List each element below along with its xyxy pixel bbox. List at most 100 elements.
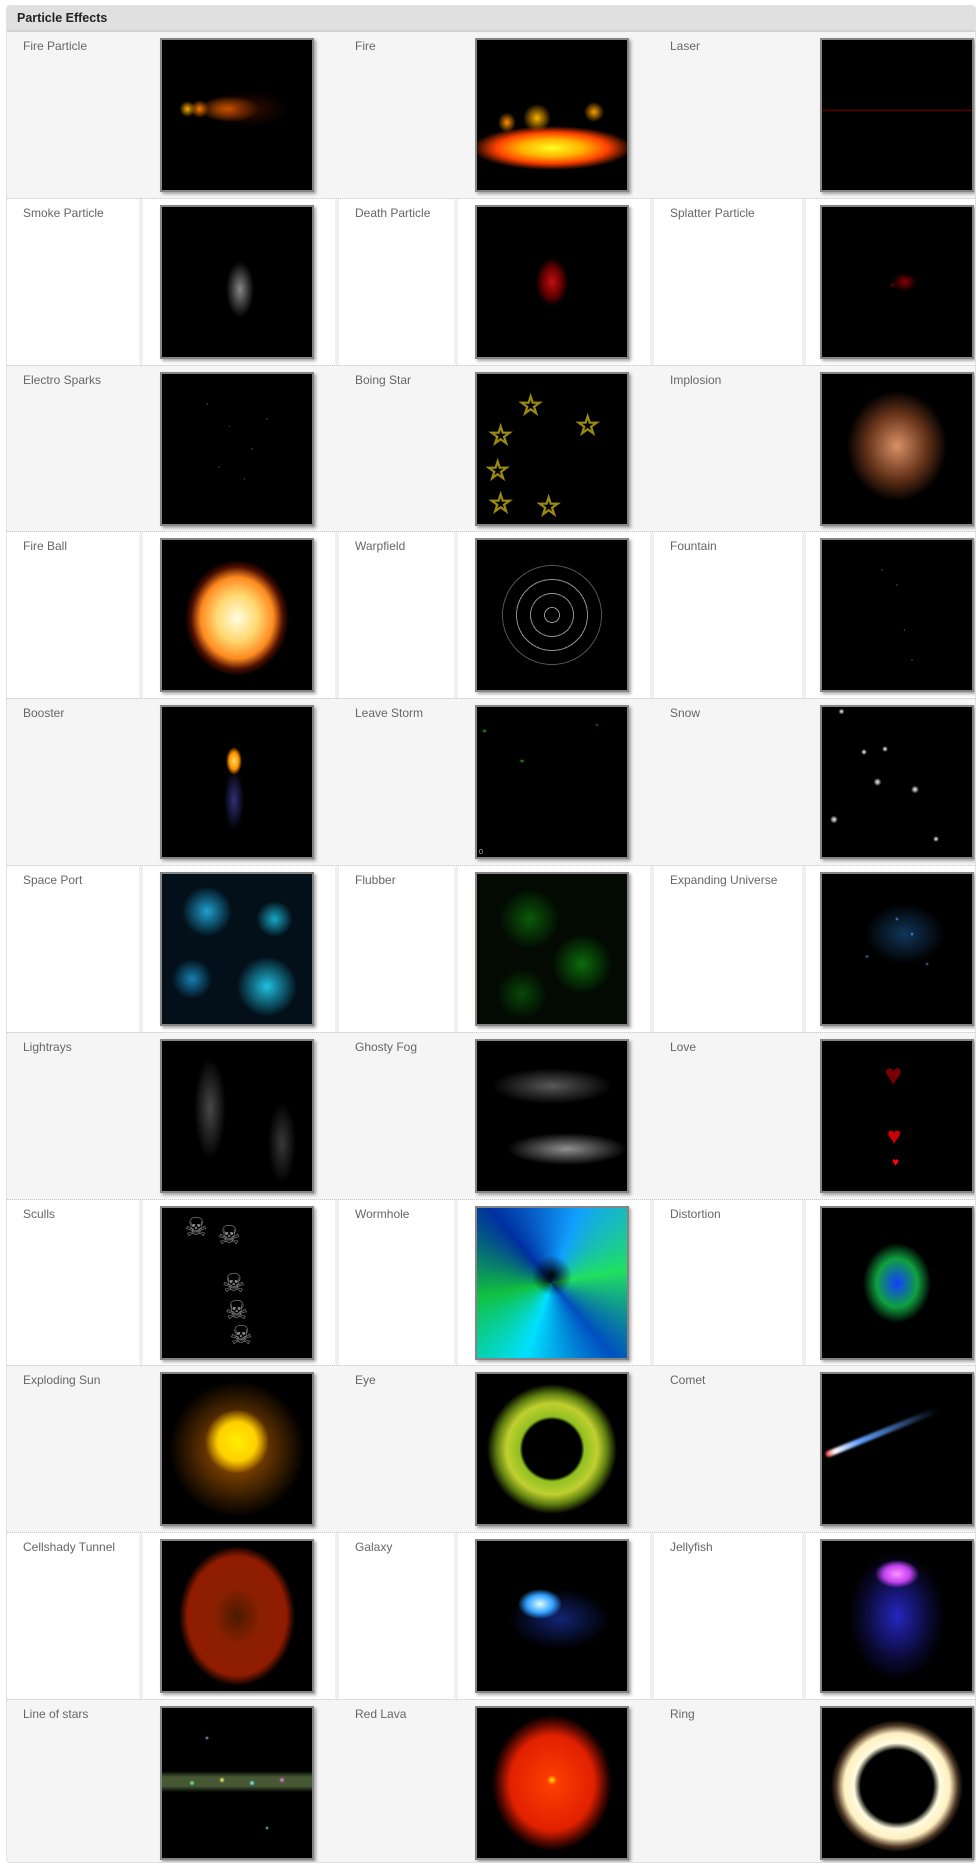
jellyfish-animation — [822, 1541, 972, 1692]
effect-preview-distortion[interactable] — [820, 1205, 974, 1360]
effect-preview-fire-particle[interactable] — [160, 38, 314, 192]
effect-preview-love[interactable]: ♥ ♥ ♥ — [820, 1038, 974, 1193]
effect-preview-fog[interactable] — [475, 1038, 629, 1193]
effect-preview-cell — [143, 699, 339, 865]
effect-preview-lava[interactable] — [475, 1705, 629, 1860]
effect-preview-laser[interactable] — [820, 38, 974, 192]
effect-preview-electro[interactable] — [160, 371, 314, 526]
effect-name: Exploding Sun — [23, 1373, 101, 1388]
effect-preview-eye[interactable] — [475, 1372, 629, 1527]
effect-preview-cell — [458, 1366, 654, 1532]
effect-preview-cell — [458, 1533, 650, 1699]
fire-animation — [477, 40, 627, 190]
star-icon: ☆ — [536, 490, 561, 522]
effect-preview-smoke[interactable] — [160, 204, 314, 359]
effect-label-cell: Boing Star — [339, 366, 458, 532]
effect-preview-cell — [458, 532, 650, 699]
effect-preview-warpfield[interactable] — [475, 538, 629, 693]
flubber-animation — [477, 873, 627, 1024]
effect-label-cell: Ring — [654, 1700, 806, 1862]
effect-preview-tunnel[interactable] — [160, 1539, 314, 1694]
effect-preview-ring[interactable] — [820, 1705, 974, 1860]
effect-label-cell: Exploding Sun — [7, 1366, 143, 1532]
effect-name: Lightrays — [23, 1039, 72, 1054]
effect-name: Laser — [670, 39, 701, 53]
lava-animation — [477, 1707, 627, 1858]
fountain-animation — [822, 540, 972, 691]
effect-preview-fire[interactable] — [475, 38, 629, 192]
effect-preview-cell — [806, 1366, 975, 1532]
effect-preview-wormhole[interactable] — [475, 1205, 629, 1360]
effect-name: Line of stars — [23, 1706, 89, 1721]
effect-name: Boing Star — [355, 372, 412, 387]
effect-preview-cell — [143, 865, 335, 1032]
effect-preview-leaves[interactable]: 0 — [475, 705, 629, 860]
effect-preview-stars[interactable] — [160, 1705, 314, 1860]
effect-preview-cell: 0 — [458, 699, 654, 865]
effect-preview-fireball[interactable] — [160, 538, 314, 693]
effect-preview-cell — [458, 198, 650, 365]
heart-icon: ♥ — [884, 1058, 903, 1092]
effect-preview-splatter[interactable] — [820, 204, 974, 359]
effects-row: Sculls ☠ ☠ ☠ ☠ ☠ Wormhole Distortion — [7, 1199, 975, 1367]
effect-label-cell: Fire Ball — [7, 532, 139, 699]
effect-preview-comet[interactable] — [820, 1372, 974, 1527]
electro-animation — [162, 373, 312, 524]
effect-preview-sun[interactable] — [160, 1372, 314, 1527]
effect-name: Fire Particle — [23, 39, 88, 53]
skull-icon: ☠ — [217, 1219, 241, 1250]
effect-label-cell: Booster — [7, 699, 143, 865]
effect-preview-galaxy[interactable] — [475, 1539, 629, 1694]
effects-row: Space Port Flubber Expanding Universe — [7, 865, 975, 1033]
effect-preview-death[interactable] — [475, 204, 629, 359]
effect-label-cell: Galaxy — [339, 1533, 454, 1699]
effect-preview-cell — [458, 865, 650, 1032]
effect-preview-cell — [458, 1033, 654, 1199]
effect-label-cell: Wormhole — [339, 1199, 454, 1366]
star-icon: ☆ — [518, 389, 543, 421]
heart-icon: ♥ — [892, 1154, 900, 1169]
effect-name: Smoke Particle — [23, 205, 104, 220]
effect-name: Expanding Universe — [670, 872, 778, 887]
fire-particle-animation — [162, 40, 312, 190]
particle-effects-panel: Particle Effects Fire Particle Fire Laser S… — [6, 5, 976, 1863]
effect-label-cell: Ghosty Fog — [339, 1033, 458, 1199]
stars-animation — [162, 1707, 312, 1858]
effect-preview-implosion[interactable] — [820, 371, 974, 526]
effect-preview-cell — [806, 1700, 975, 1862]
star-icon: ☆ — [485, 454, 510, 486]
effect-preview-sculls[interactable]: ☠ ☠ ☠ ☠ ☠ — [160, 1205, 314, 1360]
death-animation — [477, 206, 627, 357]
effect-label-cell: Leave Storm — [339, 699, 458, 865]
effect-name: Cellshady Tunnel — [23, 1540, 116, 1555]
effect-preview-cell — [458, 32, 654, 198]
effects-row: Lightrays Ghosty Fog Love ♥ ♥ ♥ — [7, 1032, 975, 1200]
effect-label-cell: Jellyfish — [654, 1533, 802, 1699]
effect-label-cell: Splatter Particle — [654, 198, 802, 365]
effect-preview-flubber[interactable] — [475, 871, 629, 1026]
effect-label-cell: Laser — [654, 32, 806, 198]
effect-preview-cell — [806, 532, 975, 699]
effect-preview-boing[interactable]: ☆ ☆ ☆ ☆ ☆ ☆ — [475, 371, 629, 526]
effect-preview-lightrays[interactable] — [160, 1038, 314, 1193]
warpfield-animation — [477, 540, 627, 691]
effect-label-cell: Lightrays — [7, 1033, 143, 1199]
effect-preview-cell — [806, 699, 975, 865]
effect-name: Booster — [23, 706, 65, 721]
effect-preview-fountain[interactable] — [820, 538, 974, 693]
effect-preview-universe[interactable] — [820, 871, 974, 1026]
effect-preview-cell — [806, 1199, 975, 1366]
effect-preview-cell — [806, 366, 975, 532]
effects-row: Cellshady Tunnel Galaxy Jellyfish — [7, 1533, 975, 1700]
effect-name: Comet — [670, 1373, 706, 1388]
distortion-animation — [822, 1207, 972, 1358]
effect-preview-booster[interactable] — [160, 705, 314, 860]
effect-preview-snow[interactable] — [820, 705, 974, 860]
effect-preview-spaceport[interactable] — [160, 871, 314, 1026]
effect-preview-cell — [458, 1199, 650, 1366]
effect-name: Sculls — [23, 1206, 56, 1221]
effect-preview-jellyfish[interactable] — [820, 1539, 974, 1694]
effect-name: Warpfield — [355, 539, 406, 554]
splatter-animation — [822, 206, 972, 357]
fog-animation — [477, 1040, 627, 1191]
